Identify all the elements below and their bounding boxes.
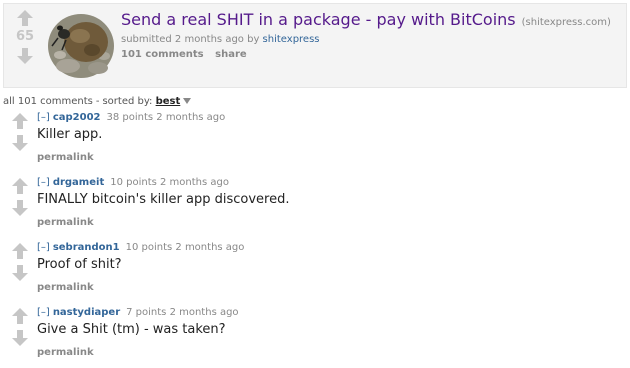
permalink-button[interactable]: permalink <box>37 282 94 293</box>
post-buttons: 101 comments share <box>121 49 255 60</box>
all-comments-count[interactable]: all 101 comments <box>3 96 93 107</box>
permalink-button[interactable]: permalink <box>37 217 94 228</box>
downvote-arrow-icon[interactable] <box>10 328 30 348</box>
comment-points-time: 10 points 2 months ago <box>125 242 245 253</box>
downvote-arrow-icon[interactable] <box>10 263 30 283</box>
comment-votes <box>10 176 30 218</box>
post-votes: 65 <box>12 8 38 66</box>
comments-button[interactable]: 101 comments <box>121 49 204 60</box>
comment-meta: [–] nastydiaper 7 points 2 months ago <box>37 307 239 318</box>
separator: - <box>95 96 100 107</box>
share-button[interactable]: share <box>215 49 247 60</box>
comment-points-time: 7 points 2 months ago <box>126 307 239 318</box>
comment: [–] nastydiaper 7 points 2 months ago Give … <box>0 306 630 368</box>
collapse-toggle[interactable]: [–] <box>37 177 50 188</box>
post-tagline: submitted 2 months ago by shitexpress <box>121 34 320 45</box>
comments-sort-bar: all 101 comments - sorted by: best <box>3 96 192 107</box>
comment-points-time: 10 points 2 months ago <box>110 177 229 188</box>
sorted-by-label: sorted by: <box>102 96 153 107</box>
post-author-link[interactable]: shitexpress <box>263 34 320 45</box>
comment-body: Proof of shit? <box>37 257 122 272</box>
downvote-arrow-icon[interactable] <box>10 133 30 153</box>
collapse-toggle[interactable]: [–] <box>37 307 50 318</box>
comment-body: Give a Shit (tm) - was taken? <box>37 322 226 337</box>
upvote-arrow-icon[interactable] <box>10 111 30 131</box>
comment-votes <box>10 306 30 348</box>
post-title-line: Send a real SHIT in a package - pay with… <box>121 10 620 29</box>
comment-author-link[interactable]: nastydiaper <box>53 307 120 318</box>
chevron-down-icon[interactable] <box>183 98 192 104</box>
upvote-arrow-icon[interactable] <box>10 176 30 196</box>
comment-points-time: 38 points 2 months ago <box>106 112 226 123</box>
comment: [–] sebrandon1 10 points 2 months ago Proof… <box>0 241 630 303</box>
comment-body: FINALLY bitcoin's killer app discovered. <box>37 192 290 207</box>
comment-votes <box>10 241 30 283</box>
post-title-link[interactable]: Send a real SHIT in a package - pay with… <box>121 10 516 29</box>
post: 65 Send a real SHIT in a package - pay w… <box>3 3 627 88</box>
comment: [–] cap2002 38 points 2 months ago Killer a… <box>0 111 630 173</box>
sort-dropdown[interactable]: best <box>156 96 181 107</box>
downvote-arrow-icon[interactable] <box>15 46 35 66</box>
upvote-arrow-icon[interactable] <box>10 241 30 261</box>
downvote-arrow-icon[interactable] <box>10 198 30 218</box>
comment-author-link[interactable]: cap2002 <box>53 112 101 123</box>
post-domain[interactable]: (shitexpress.com) <box>522 17 611 28</box>
upvote-arrow-icon[interactable] <box>10 306 30 326</box>
upvote-arrow-icon[interactable] <box>15 8 35 28</box>
comment-meta: [–] sebrandon1 10 points 2 months ago <box>37 242 244 253</box>
comment-meta: [–] cap2002 38 points 2 months ago <box>37 112 225 123</box>
permalink-button[interactable]: permalink <box>37 152 94 163</box>
comment-votes <box>10 111 30 153</box>
permalink-button[interactable]: permalink <box>37 347 94 358</box>
comment: [–] drgameit 10 points 2 months ago FINALLY… <box>0 176 630 238</box>
submitted-text: submitted 2 months ago by <box>121 34 260 45</box>
collapse-toggle[interactable]: [–] <box>37 242 50 253</box>
comment-author-link[interactable]: drgameit <box>53 177 104 188</box>
post-score: 65 <box>15 29 35 44</box>
comment-author-link[interactable]: sebrandon1 <box>53 242 120 253</box>
comment-body: Killer app. <box>37 127 103 142</box>
comment-meta: [–] drgameit 10 points 2 months ago <box>37 177 229 188</box>
collapse-toggle[interactable]: [–] <box>37 112 50 123</box>
dung-beetle-thumbnail-icon[interactable] <box>46 10 116 80</box>
